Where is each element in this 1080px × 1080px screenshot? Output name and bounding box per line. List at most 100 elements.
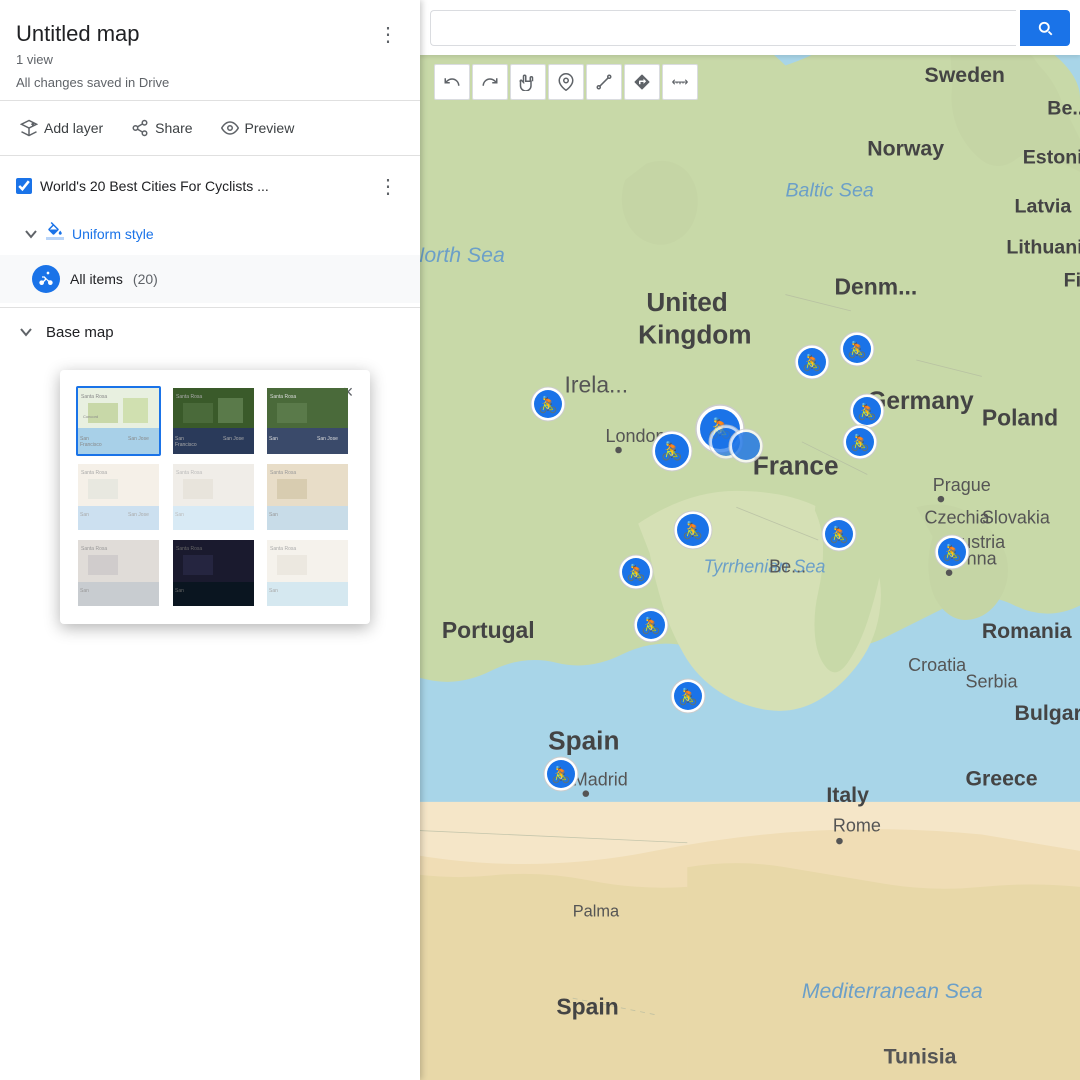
uniform-style-icon (46, 222, 64, 245)
basemap-title: Base map (46, 324, 114, 341)
all-items-label: All items (70, 271, 123, 287)
svg-text:🚴: 🚴 (551, 765, 571, 784)
basemap-tile-atlas[interactable]: Santa Rosa San (265, 462, 350, 532)
svg-text:🚴: 🚴 (802, 353, 822, 372)
svg-text:🚴: 🚴 (641, 616, 661, 635)
paint-bucket-icon (46, 222, 64, 240)
redo-button[interactable] (472, 64, 508, 100)
redo-icon (481, 73, 499, 91)
add-layer-button[interactable]: Add layer (8, 111, 115, 145)
svg-text:Sweden: Sweden (925, 63, 1005, 87)
marker-seville[interactable]: 🚴 (561, 800, 597, 849)
svg-text:San Jose: San Jose (223, 436, 244, 442)
svg-text:Santa Rosa: Santa Rosa (81, 470, 107, 476)
layer-checkbox[interactable] (16, 178, 32, 194)
marker-dublin[interactable]: 🚴 (548, 430, 584, 479)
basemap-tile-dark[interactable]: Santa Rosa San (171, 538, 256, 608)
add-layer-label: Add layer (44, 120, 103, 136)
preview-button[interactable]: Preview (209, 111, 307, 145)
marker-zurich[interactable]: 🚴 (952, 578, 988, 627)
svg-text:Poland: Poland (982, 404, 1058, 430)
svg-text:Bulgaria: Bulgaria (1015, 701, 1080, 725)
basemap-tile-light[interactable]: Santa Rosa San San Jose (76, 462, 161, 532)
svg-text:North Sea: North Sea (409, 243, 505, 267)
directions-button[interactable] (624, 64, 660, 100)
map-title: Untitled map (16, 21, 140, 47)
share-button[interactable]: Share (119, 111, 204, 145)
saved-status: All changes saved in Drive (16, 75, 404, 90)
svg-text:Santa Rosa: Santa Rosa (270, 470, 296, 476)
cyclist-icon-svg (38, 271, 54, 287)
svg-text:Palma: Palma (573, 902, 620, 920)
map-header (420, 0, 1080, 55)
all-items-row[interactable]: All items (20) (0, 255, 420, 303)
marker-amsterdam[interactable]: 🚴 (720, 462, 770, 525)
svg-text:Latvia: Latvia (1015, 196, 1073, 218)
marker-barcelona[interactable]: 🚴 (688, 722, 724, 771)
preview-label: Preview (245, 120, 295, 136)
svg-text:Santa Rosa: Santa Rosa (270, 546, 296, 552)
svg-text:San: San (80, 588, 89, 594)
search-button[interactable] (1020, 10, 1070, 46)
svg-text:🚴: 🚴 (942, 543, 962, 562)
marker-paris[interactable]: 🚴 (693, 558, 733, 611)
basemap-tile-mono[interactable]: Santa Rosa San (76, 538, 161, 608)
shape-icon (595, 73, 613, 91)
marker-icon (557, 73, 575, 91)
svg-text:Denm...: Denm... (835, 274, 918, 300)
marker-brussels[interactable]: 🚴 (860, 468, 896, 517)
uniform-style-row: Uniform style (0, 216, 420, 251)
svg-text:San Jose: San Jose (128, 436, 149, 442)
map-tools (430, 60, 702, 104)
basemap-tile-default[interactable]: Santa Rosa Concord San Francisco San Jos… (76, 386, 161, 456)
basemap-collapse-button[interactable] (16, 322, 36, 342)
search-input[interactable] (430, 10, 1016, 46)
basemap-tile-simple-atlas[interactable]: Santa Rosa San (265, 538, 350, 608)
svg-text:Croatia: Croatia (908, 655, 967, 675)
shape-button[interactable] (586, 64, 622, 100)
svg-text:Tunisia: Tunisia (884, 1045, 957, 1069)
svg-text:San: San (80, 512, 89, 518)
collapse-button[interactable] (24, 227, 38, 241)
basemap-header: Base map (16, 322, 404, 342)
svg-text:🚴: 🚴 (682, 520, 703, 540)
pan-button[interactable] (510, 64, 546, 100)
svg-text:Kingdom: Kingdom (638, 320, 751, 350)
basemap-tile-satellite-labels[interactable]: Santa Rosa San San Jose (265, 386, 350, 456)
uniform-style-label[interactable]: Uniform style (72, 226, 154, 242)
svg-text:Santa Rosa: Santa Rosa (176, 546, 202, 552)
svg-text:Serbia: Serbia (965, 671, 1018, 691)
basemap-tile-satellite[interactable]: Santa Rosa San Francisco San Jose (171, 386, 256, 456)
map-title-row: Untitled map ⋮ (16, 18, 404, 50)
marker-button[interactable] (548, 64, 584, 100)
chevron-down-icon (24, 227, 38, 241)
svg-text:San: San (175, 588, 184, 594)
svg-text:Spain: Spain (548, 725, 619, 755)
svg-text:San: San (269, 512, 278, 518)
svg-text:Prague: Prague (933, 475, 991, 495)
sidebar-header: Untitled map ⋮ 1 view All changes saved … (0, 0, 420, 101)
measure-button[interactable] (662, 64, 698, 100)
svg-text:🚴: 🚴 (850, 433, 870, 452)
svg-text:Czechia: Czechia (925, 508, 991, 528)
marker-vienna[interactable]: 🚴 (839, 560, 875, 609)
basemap-chevron-icon (19, 325, 33, 339)
svg-text:Mediterranean Sea: Mediterranean Sea (802, 979, 983, 1003)
view-count: 1 view (16, 52, 404, 67)
tile-grid: Santa Rosa Concord San Francisco San Jos… (76, 386, 354, 608)
basemap-tile-plain[interactable]: Santa Rosa San (171, 462, 256, 532)
svg-text:Santa Rosa: Santa Rosa (81, 546, 107, 552)
layer-more-button[interactable]: ⋮ (372, 170, 404, 202)
basemap-section: Base map (0, 307, 420, 356)
svg-text:Santa Rosa: Santa Rosa (81, 394, 107, 400)
layer-name: World's 20 Best Cities For Cyclists ... (40, 178, 364, 194)
svg-text:Lithuania: Lithuania (1006, 237, 1080, 259)
svg-text:🚴: 🚴 (678, 687, 698, 706)
preview-icon (221, 119, 239, 137)
svg-text:Romania: Romania (982, 619, 1072, 643)
pan-icon (519, 73, 537, 91)
undo-button[interactable] (434, 64, 470, 100)
svg-text:Estonia: Estonia (1023, 147, 1080, 169)
items-count: (20) (133, 271, 158, 287)
more-options-button[interactable]: ⋮ (372, 18, 404, 50)
